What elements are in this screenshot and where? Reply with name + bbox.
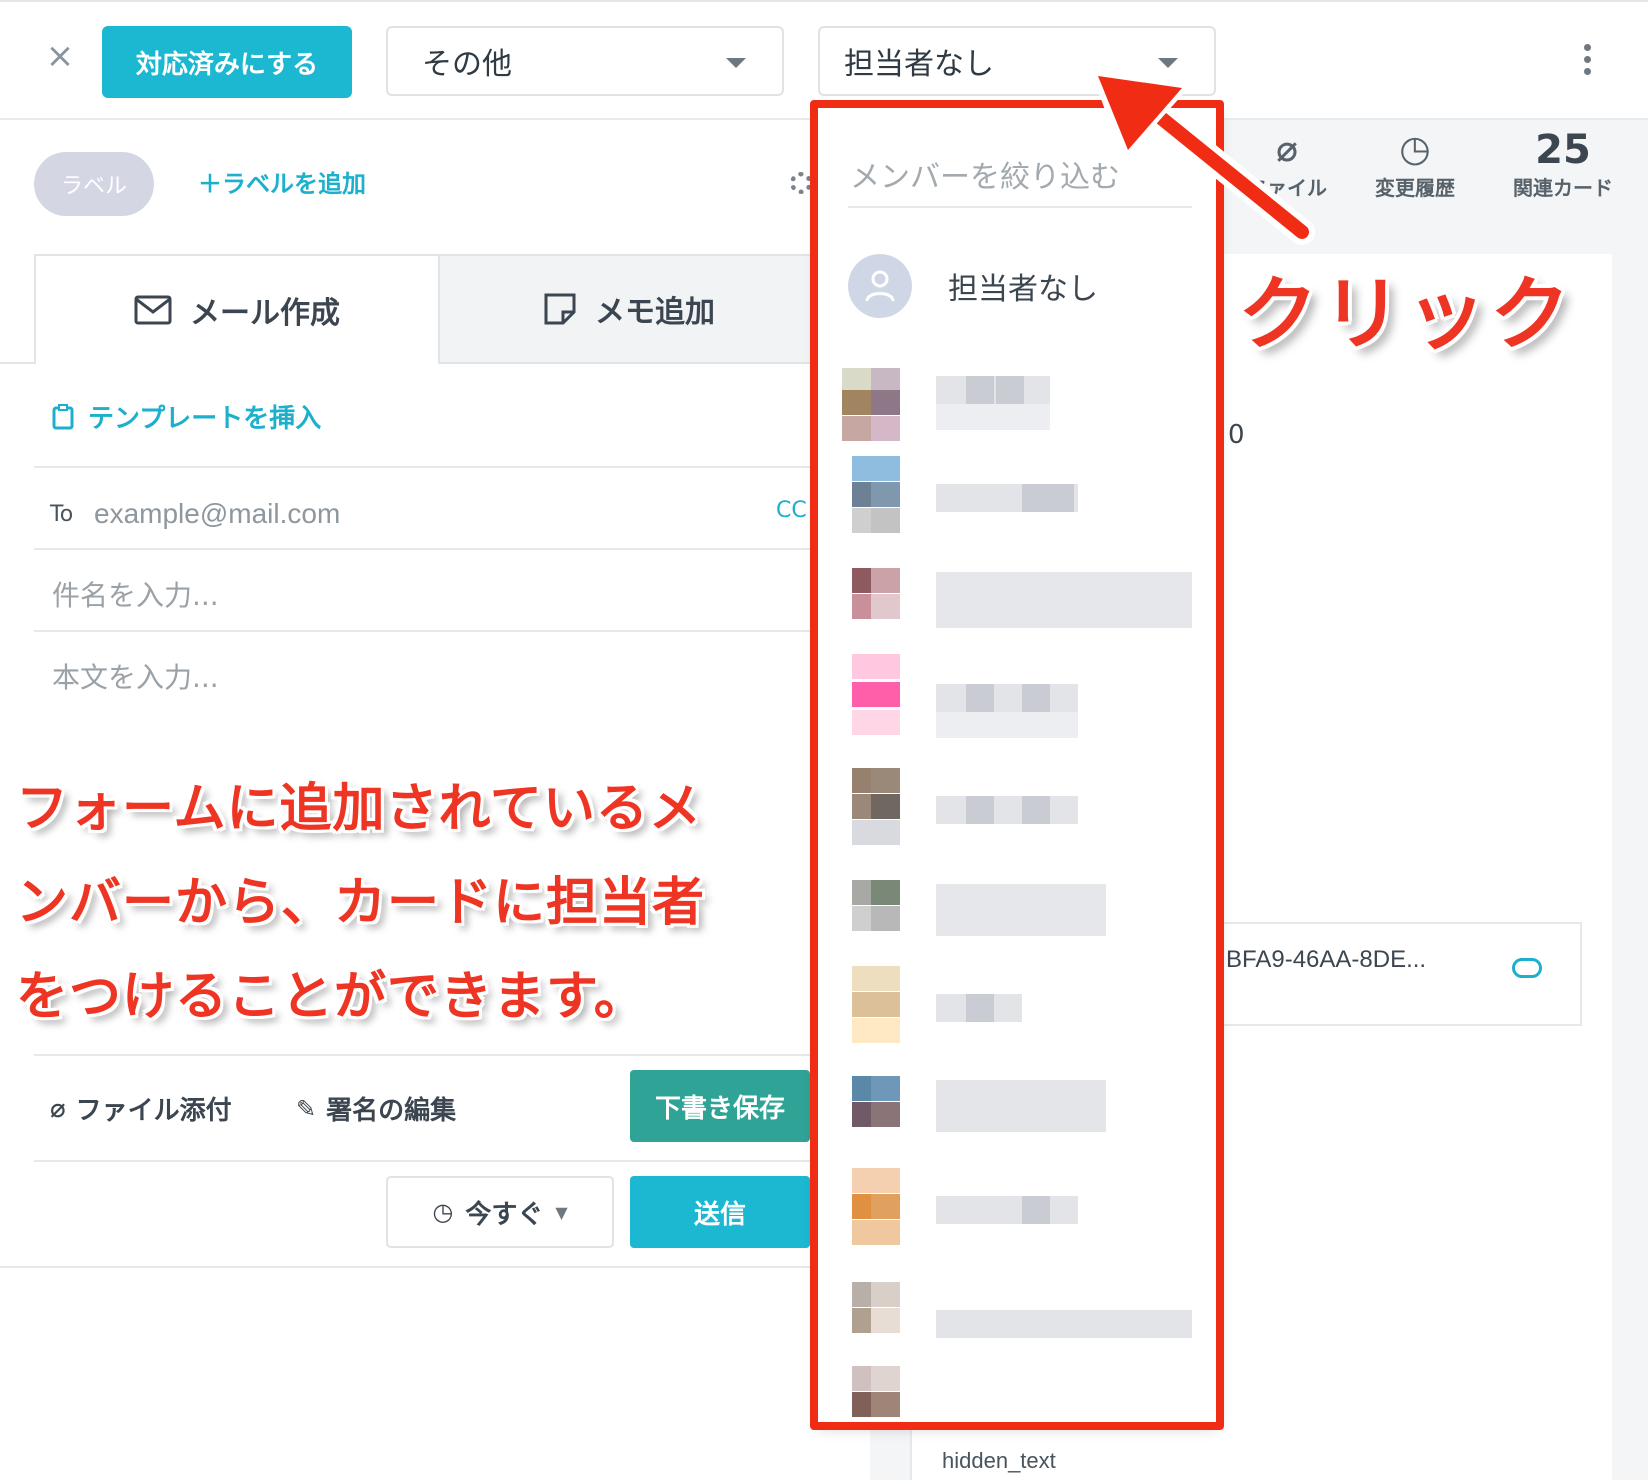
clock-icon: ◷	[432, 1198, 454, 1226]
subject-input[interactable]	[50, 574, 774, 616]
annotation-line: ンバーから、カードに担当者	[16, 873, 706, 933]
attach-file-label: ファイル添付	[75, 1096, 232, 1126]
divider	[34, 630, 820, 632]
member-name-blurred	[936, 684, 1078, 712]
close-icon[interactable]: ×	[44, 39, 76, 73]
file-name: BFA9-46AA-8DE...	[1226, 946, 1427, 973]
status-select-value: その他	[422, 47, 512, 82]
arrow-annotation	[1090, 70, 1315, 245]
member-option[interactable]	[842, 880, 1202, 976]
member-name-blurred	[936, 796, 1078, 824]
divider	[34, 548, 820, 550]
chevron-down-icon	[726, 58, 746, 68]
avatar	[842, 568, 900, 668]
avatar	[842, 768, 900, 868]
member-option[interactable]	[842, 1366, 1202, 1417]
member-option[interactable]	[842, 1168, 1202, 1264]
avatar	[842, 880, 900, 980]
avatar	[842, 354, 900, 454]
pencil-icon: ✎	[296, 1094, 317, 1123]
partial-value: 0	[1228, 420, 1245, 450]
chevron-down-icon: ▼	[555, 1202, 568, 1222]
avatar	[842, 1366, 900, 1417]
clock-icon: ◷	[1399, 129, 1431, 170]
tab-history[interactable]: ◷ 変更履歴	[1350, 128, 1480, 201]
annotation-click: クリック	[1238, 268, 1574, 361]
member-option[interactable]	[842, 1076, 1202, 1172]
divider	[0, 1266, 820, 1268]
member-name-blurred	[936, 884, 1106, 936]
divider	[34, 1054, 820, 1056]
avatar	[842, 456, 900, 556]
body-input[interactable]	[50, 656, 774, 698]
save-draft-button[interactable]: 下書き保存	[630, 1070, 810, 1142]
member-option[interactable]	[842, 354, 1202, 450]
divider	[34, 1160, 820, 1162]
mark-done-button[interactable]: 対応済みにする	[102, 26, 352, 98]
memo-icon	[544, 293, 576, 325]
member-option[interactable]	[842, 1282, 1202, 1378]
member-name-blurred	[936, 1196, 1078, 1224]
paperclip-icon: ⌀	[50, 1093, 66, 1124]
tab-related-cards[interactable]: 25 関連カード	[1498, 128, 1628, 201]
member-option[interactable]	[842, 966, 1202, 1062]
cloud-download-icon[interactable]	[1512, 958, 1542, 978]
insert-template-label: テンプレートを挿入	[88, 404, 322, 434]
member-option[interactable]	[842, 568, 1202, 664]
assignee-select-value: 担当者なし	[844, 47, 994, 82]
status-select[interactable]: その他	[386, 26, 784, 96]
clipboard-icon	[52, 403, 74, 429]
mail-icon	[134, 295, 172, 325]
tab-compose-mail-label: メール作成	[190, 296, 340, 331]
assignee-option-none[interactable]: 担当者なし	[848, 254, 1098, 318]
schedule-select-value: 今すぐ	[465, 1199, 544, 1230]
to-label: To	[50, 502, 74, 527]
user-icon	[865, 270, 895, 302]
hidden-text: hidden_text	[942, 1448, 1056, 1473]
avatar	[842, 1168, 900, 1268]
avatar	[842, 1076, 900, 1176]
edit-signature-label: 署名の編集	[326, 1096, 457, 1126]
edit-signature-button[interactable]: ✎ 署名の編集	[296, 1090, 456, 1127]
annotation-description: フォームに追加されているメ ンバーから、カードに担当者 をつけることができます。	[16, 762, 796, 1044]
more-menu-icon[interactable]	[1580, 44, 1594, 80]
member-name-blurred	[936, 1080, 1106, 1132]
member-name-blurred	[936, 376, 1050, 404]
divider	[34, 466, 820, 468]
member-option[interactable]	[842, 768, 1202, 864]
avatar	[842, 654, 900, 754]
chevron-down-icon	[1158, 58, 1178, 68]
member-option[interactable]	[842, 456, 1202, 552]
send-button[interactable]: 送信	[630, 1176, 810, 1248]
attach-file-button[interactable]: ⌀ ファイル添付	[50, 1090, 232, 1127]
tab-history-label: 変更履歴	[1375, 176, 1455, 200]
avatar	[842, 966, 900, 1066]
tab-compose-mail[interactable]: メール作成	[34, 254, 440, 364]
add-label-link[interactable]: ＋ラベルを追加	[198, 164, 366, 199]
avatar	[848, 254, 912, 318]
member-name-blurred	[936, 404, 1050, 430]
tab-add-memo-label: メモ追加	[595, 295, 715, 330]
related-cards-count: 25	[1535, 127, 1591, 173]
member-name-blurred	[936, 1310, 1192, 1338]
label-pill[interactable]: ラベル	[34, 152, 154, 216]
assignee-option-none-label: 担当者なし	[948, 272, 1098, 307]
member-name-blurred	[936, 572, 1192, 628]
insert-template-link[interactable]: テンプレートを挿入	[52, 398, 321, 435]
member-name-blurred	[936, 484, 1078, 512]
member-option[interactable]	[842, 654, 1202, 750]
member-name-blurred	[936, 994, 1022, 1022]
schedule-select[interactable]: ◷ 今すぐ ▼	[386, 1176, 614, 1248]
tab-related-cards-label: 関連カード	[1513, 176, 1613, 200]
tab-add-memo[interactable]: メモ追加	[440, 254, 820, 364]
annotation-line: をつけることができます。	[16, 967, 647, 1027]
cc-toggle[interactable]: CC	[776, 498, 807, 523]
member-name-blurred	[936, 712, 1078, 738]
tab-divider	[0, 362, 34, 364]
to-email-input[interactable]	[92, 496, 716, 532]
annotation-line: フォームに追加されているメ	[16, 779, 702, 839]
gear-icon[interactable]	[790, 172, 812, 194]
